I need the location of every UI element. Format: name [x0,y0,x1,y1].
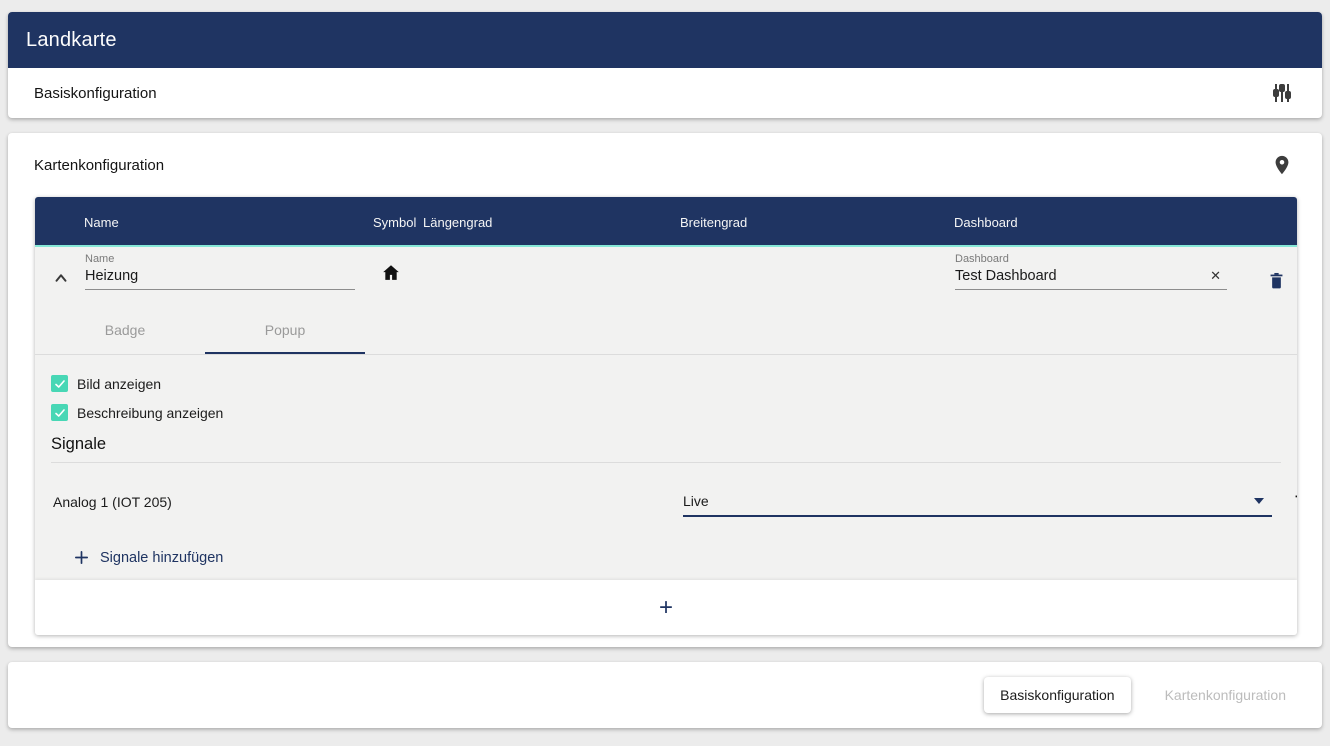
signal-mode-select[interactable]: Live [683,493,1272,517]
tab-popup[interactable]: Popup [205,305,365,354]
location-pin-icon [1271,154,1293,176]
column-header-latitude: Breitengrad [680,215,747,230]
add-marker-button[interactable]: + [35,580,1297,635]
map-config-title: Kartenkonfiguration [34,157,164,174]
footer-actions-card: Basiskonfiguration Kartenkonfiguration [8,662,1322,728]
name-field: Name [85,253,355,290]
tab-badge[interactable]: Badge [45,305,205,354]
name-field-label: Name [85,253,355,265]
trash-icon [1267,271,1286,290]
sliders-icon [1270,81,1294,105]
table-row: Name Dashboard ✕ [35,247,1297,305]
plus-icon: + [659,596,673,620]
signal-name-label: Analog 1 (IOT 205) [53,494,172,510]
app-header: Landkarte [8,12,1322,68]
show-description-label: Beschreibung anzeigen [77,405,223,421]
clear-dashboard-button[interactable]: ✕ [1210,268,1227,289]
checkbox-checked-icon[interactable] [51,375,68,392]
add-signal-label: Signale hinzufügen [100,550,223,566]
row-detail-tabs: Badge Popup [35,305,1297,355]
delete-row-button[interactable] [1260,264,1292,296]
signal-mode-value: Live [683,493,709,509]
page-title: Landkarte [26,29,117,52]
sliders-button[interactable] [1266,77,1298,109]
show-description-checkbox-row[interactable]: Beschreibung anzeigen [51,404,1281,421]
show-image-label: Bild anzeigen [77,376,161,392]
basis-config-row: Basiskonfiguration [8,68,1322,118]
trash-icon [1292,492,1298,511]
chevron-up-icon [52,269,70,287]
signals-heading: Signale [51,435,1281,454]
symbol-cell[interactable] [380,262,402,284]
popup-tab-panel: Bild anzeigen Beschreibung anzeigen Sign… [35,355,1297,580]
markers-table: Name Symbol Längengrad Breitengrad Dashb… [35,197,1297,635]
basis-config-card: Landkarte Basiskonfiguration [8,12,1322,118]
clear-x-icon: ✕ [1210,268,1221,283]
delete-signal-button[interactable] [1285,485,1297,517]
signals-divider [51,462,1281,463]
dashboard-input[interactable] [955,268,1210,289]
table-header-row: Name Symbol Längengrad Breitengrad Dashb… [35,197,1297,247]
column-header-dashboard: Dashboard [954,215,1018,230]
dashboard-field: Dashboard ✕ [955,253,1227,290]
home-icon [380,262,402,284]
map-config-header: Kartenkonfiguration [8,133,1322,197]
column-header-name: Name [84,215,119,230]
add-signal-button[interactable]: Signale hinzufügen [73,549,223,566]
map-pin-button[interactable] [1266,149,1298,181]
show-image-checkbox-row[interactable]: Bild anzeigen [51,375,1281,392]
map-config-card: Kartenkonfiguration Name Symbol Längengr… [8,133,1322,647]
plus-icon [73,549,90,566]
dashboard-field-label: Dashboard [955,253,1227,265]
chevron-down-icon [1254,498,1264,504]
collapse-row-button[interactable] [47,264,75,292]
name-input[interactable] [85,268,355,290]
signal-row: Analog 1 (IOT 205) Live [51,485,1281,519]
map-config-button-disabled: Kartenkonfiguration [1157,687,1294,703]
column-header-symbol: Symbol [373,215,416,230]
column-header-longitude: Längengrad [423,215,492,230]
checkbox-checked-icon[interactable] [51,404,68,421]
basis-config-button[interactable]: Basiskonfiguration [984,677,1130,713]
basis-config-title: Basiskonfiguration [34,85,157,102]
